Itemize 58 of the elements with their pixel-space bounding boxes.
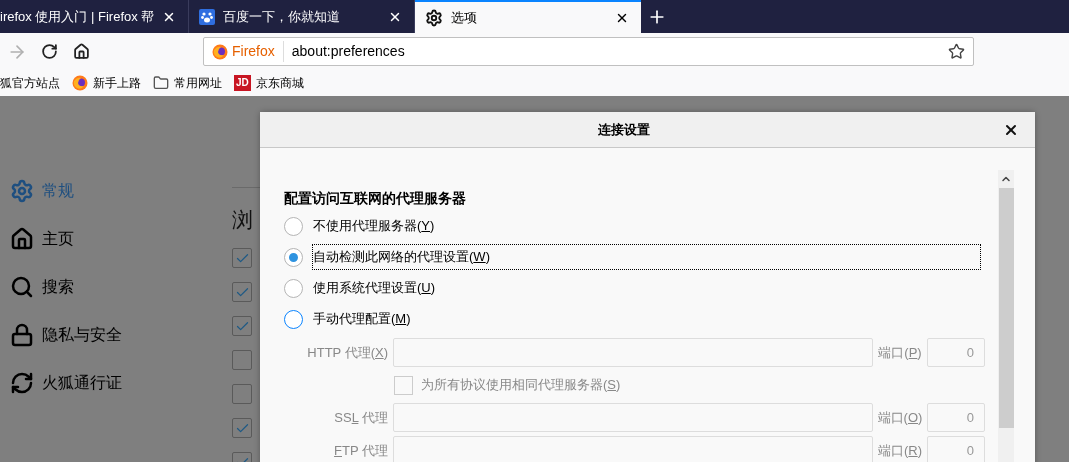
identity-label: Firefox [232,41,284,62]
scrollbar[interactable] [998,170,1014,462]
reload-icon[interactable] [41,43,58,60]
section-heading: 浏 [232,207,253,233]
radio-button[interactable] [284,216,303,236]
field-label: FTP 代理 [333,443,389,458]
checkbox[interactable] [232,384,252,404]
radio-label[interactable]: 自动检测此网络的代理设置(W) [313,245,980,269]
checkbox[interactable] [232,282,252,302]
checkbox[interactable] [232,248,252,268]
tab-title: 百度一下，你就知道 [223,7,341,26]
gear-icon [425,8,443,27]
home-icon [10,227,34,251]
checkbox-label: 为所有协议使用相同代理服务器(S) [421,376,621,395]
radio-button[interactable] [284,278,303,298]
firefox-logo-icon [72,75,88,91]
bookmark-star-icon[interactable] [948,43,965,60]
browser-tab[interactable]: 选项 [415,0,641,33]
radio-button[interactable] [284,247,303,267]
radio-label[interactable]: 不使用代理服务器(Y) [313,214,435,238]
sync-icon [10,371,34,395]
field-label: HTTP 代理(X) [306,345,389,360]
url-text: about:preferences [291,42,406,61]
field-label: 端口(P) [877,345,923,360]
radio-label[interactable]: 使用系统代理设置(U) [313,276,436,300]
field-label: SSL 代理 [333,410,389,425]
bookmark-item[interactable]: 狐官方站点 [0,74,60,92]
jd-logo: JD [234,75,251,91]
search-icon [10,275,34,299]
field-label: 端口(R) [876,443,924,458]
field-label: 端口(O) [876,410,924,425]
input-field[interactable] [393,436,873,462]
tab-title: irefox 使用入门 | Firefox 帮 [0,7,154,26]
section-heading: 配置访问互联网的代理服务器 [284,189,467,208]
paw-icon [199,8,215,25]
input-field[interactable] [393,403,873,432]
lock-icon [10,323,34,347]
bookmark-item[interactable]: 新手上路 [93,74,141,92]
checkbox[interactable] [232,350,252,370]
radio-label[interactable]: 手动代理配置(M) [313,307,411,331]
sidebar-item[interactable]: 主页 [10,226,210,252]
folder-icon [153,75,169,91]
checkbox[interactable] [232,316,252,336]
tab-title: 选项 [451,8,478,27]
input-field[interactable] [393,338,873,367]
checkbox[interactable] [232,418,252,438]
sidebar-item[interactable]: 搜索 [10,274,210,300]
sidebar-item[interactable]: 隐私与安全 [10,322,210,348]
home-icon[interactable] [73,43,90,60]
radio-button[interactable] [284,309,303,329]
address-bar[interactable]: Firefox about:preferences [203,37,974,66]
sidebar-item[interactable]: 火狐通行证 [10,370,210,396]
firefox-logo-icon [212,43,228,60]
dialog-title: 连接设置 [598,120,650,139]
bookmark-item[interactable]: 京东商城 [255,74,304,92]
scroll-thumb[interactable] [998,188,1014,428]
bookmark-item[interactable]: 常用网址 [174,74,222,92]
gear-icon [10,179,34,203]
